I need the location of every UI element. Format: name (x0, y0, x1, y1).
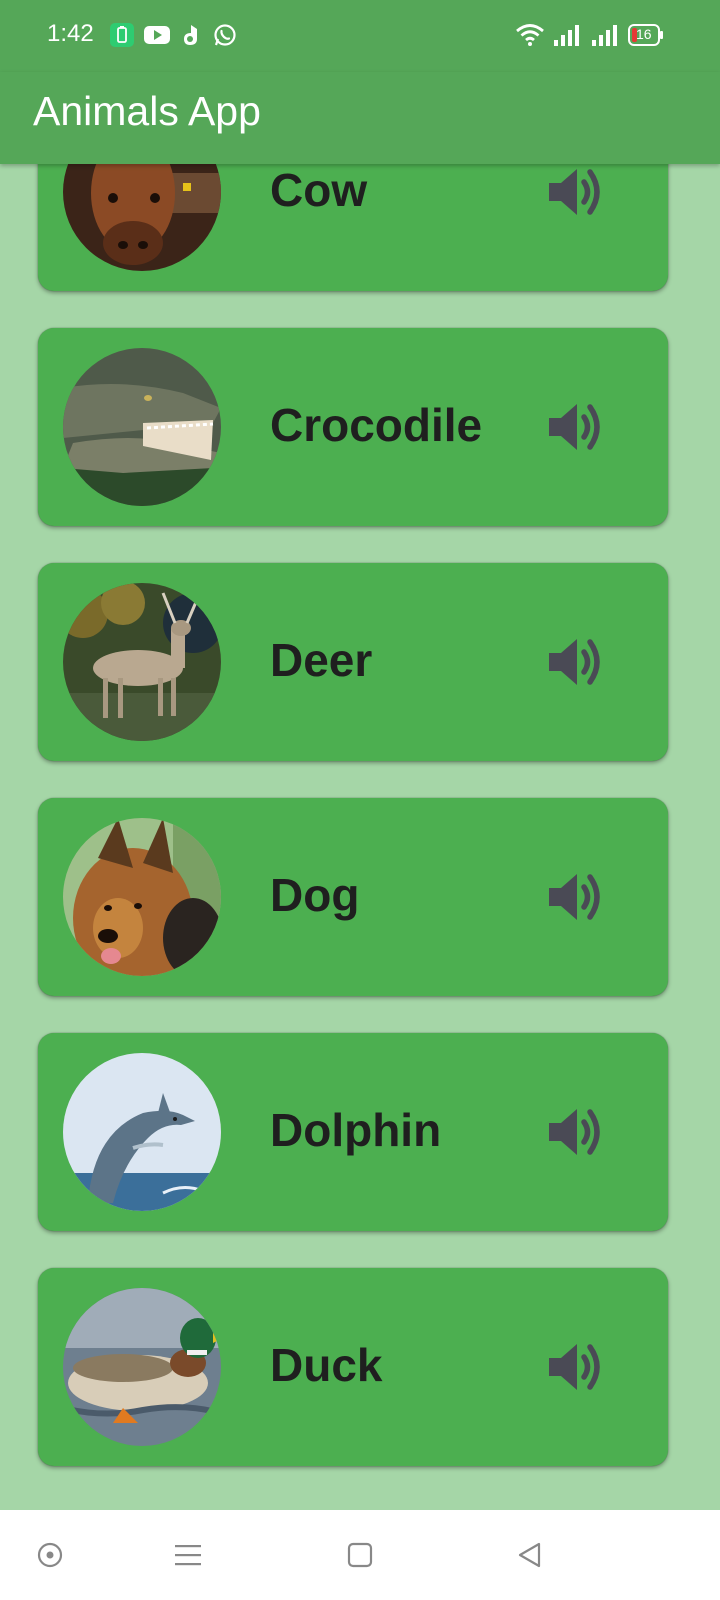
signal-icon (552, 22, 580, 48)
animal-card-deer[interactable]: Deer (38, 563, 668, 761)
crocodile-photo (63, 348, 221, 506)
status-bar: 1:42 16 (0, 0, 720, 72)
animal-name: Dog (270, 869, 360, 921)
home-icon[interactable] (340, 1535, 380, 1575)
app-bar: Animals App (0, 72, 720, 164)
youtube-icon (144, 22, 170, 48)
app-notification-icon (180, 22, 202, 48)
dolphin-photo (63, 1053, 221, 1211)
animal-card-dolphin[interactable]: Dolphin (38, 1033, 668, 1231)
signal-icon (590, 22, 618, 48)
duck-photo (63, 1288, 221, 1446)
animal-name: Crocodile (270, 399, 483, 451)
deer-photo (63, 583, 221, 741)
menu-icon[interactable] (168, 1535, 208, 1575)
navigation-bar (0, 1510, 720, 1600)
app-title: Animals App (33, 88, 261, 134)
animal-name: Deer (270, 634, 373, 686)
animal-card-cow[interactable]: Cow (38, 164, 668, 291)
dog-photo (63, 818, 221, 976)
battery-level: 16 (636, 26, 652, 42)
animal-card-crocodile[interactable]: Crocodile (38, 328, 668, 526)
animal-name: Duck (270, 1339, 383, 1391)
volume-up-icon[interactable] (543, 1334, 609, 1400)
animal-card-dog[interactable]: Dog (38, 798, 668, 996)
whatsapp-icon (212, 22, 238, 48)
animal-list[interactable]: Cow Crocodile Deer Dog Dolphin Duck (0, 164, 720, 1510)
assistant-icon[interactable] (30, 1535, 70, 1575)
volume-up-icon[interactable] (543, 164, 609, 225)
volume-up-icon[interactable] (543, 1099, 609, 1165)
cow-photo (63, 164, 221, 271)
battery-icon: 16 (628, 22, 664, 48)
animal-name: Dolphin (270, 1104, 442, 1156)
wifi-icon (515, 22, 545, 48)
battery-saver-icon (110, 22, 134, 48)
volume-up-icon[interactable] (543, 394, 609, 460)
volume-up-icon[interactable] (543, 864, 609, 930)
animal-name: Cow (270, 164, 368, 216)
volume-up-icon[interactable] (543, 629, 609, 695)
animal-card-duck[interactable]: Duck (38, 1268, 668, 1466)
back-icon[interactable] (510, 1535, 550, 1575)
status-time: 1:42 (47, 20, 94, 47)
